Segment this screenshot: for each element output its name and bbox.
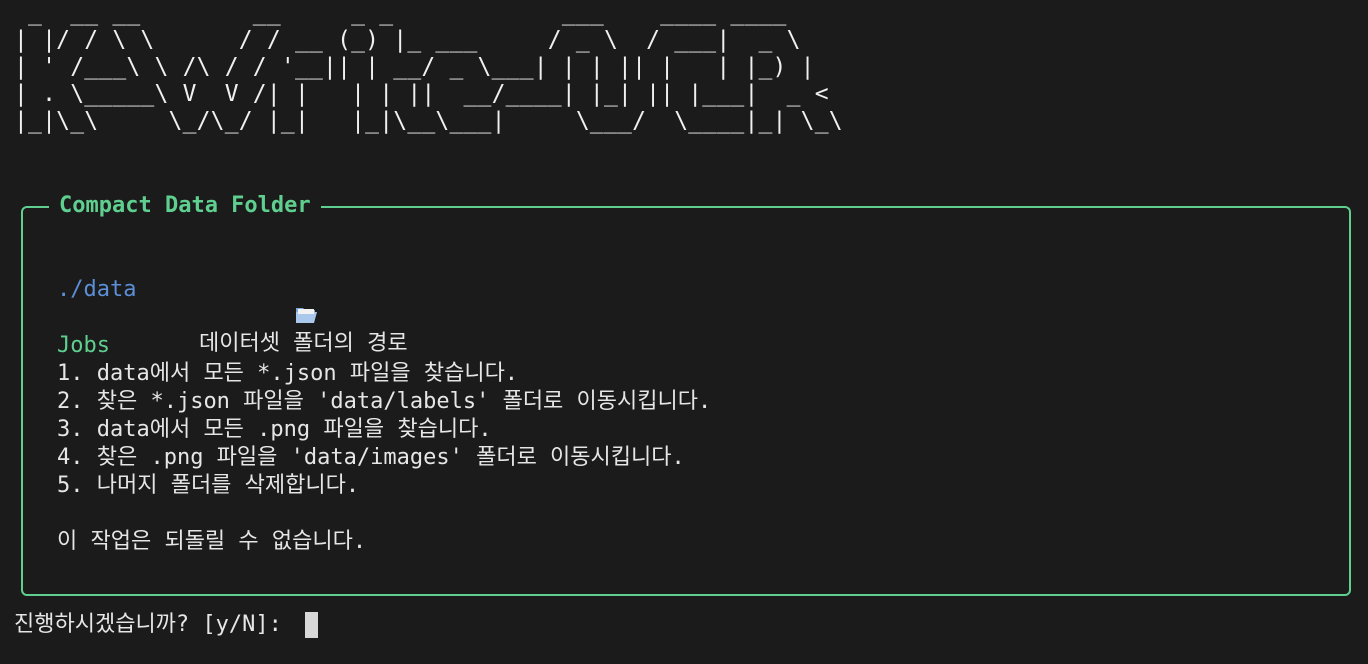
compact-data-folder-panel: Compact Data Folder 데이터셋 폴더의 경로 ./data J… xyxy=(21,192,1351,596)
text-cursor[interactable] xyxy=(305,612,319,638)
terminal-window: _ __ __ __ _ _ ___ ____ ____ | |/ / \ \ … xyxy=(0,0,1368,664)
panel-title: Compact Data Folder xyxy=(49,192,321,220)
job-item-1: 1. data에서 모든 *.json 파일을 찾습니다. xyxy=(57,361,519,386)
job-item-2: 2. 찾은 *.json 파일을 'data/labels' 폴더로 이동시킵니… xyxy=(57,389,712,414)
ascii-banner: _ __ __ __ _ _ ___ ____ ____ | |/ / \ \ … xyxy=(14,0,843,134)
job-item-3: 3. data에서 모든 .png 파일을 찾습니다. xyxy=(57,417,492,442)
confirm-prompt[interactable]: 진행하시겠습니까? [y/N]: xyxy=(14,611,319,639)
open-folder-icon xyxy=(163,276,318,323)
path-label-row: 데이터셋 폴더의 경로 xyxy=(57,248,1329,356)
panel-body: 데이터셋 폴더의 경로 ./data Jobs 1. data에서 모든 *.j… xyxy=(57,248,1329,556)
job-item-5: 5. 나머지 폴더를 삭제합니다. xyxy=(57,473,360,498)
irreversible-warning: 이 작업은 되돌릴 수 없습니다. xyxy=(57,529,367,554)
prompt-text: 진행하시겠습니까? [y/N]: xyxy=(14,612,296,637)
job-item-4: 4. 찾은 .png 파일을 'data/images' 폴더로 이동시킵니다. xyxy=(57,445,685,470)
